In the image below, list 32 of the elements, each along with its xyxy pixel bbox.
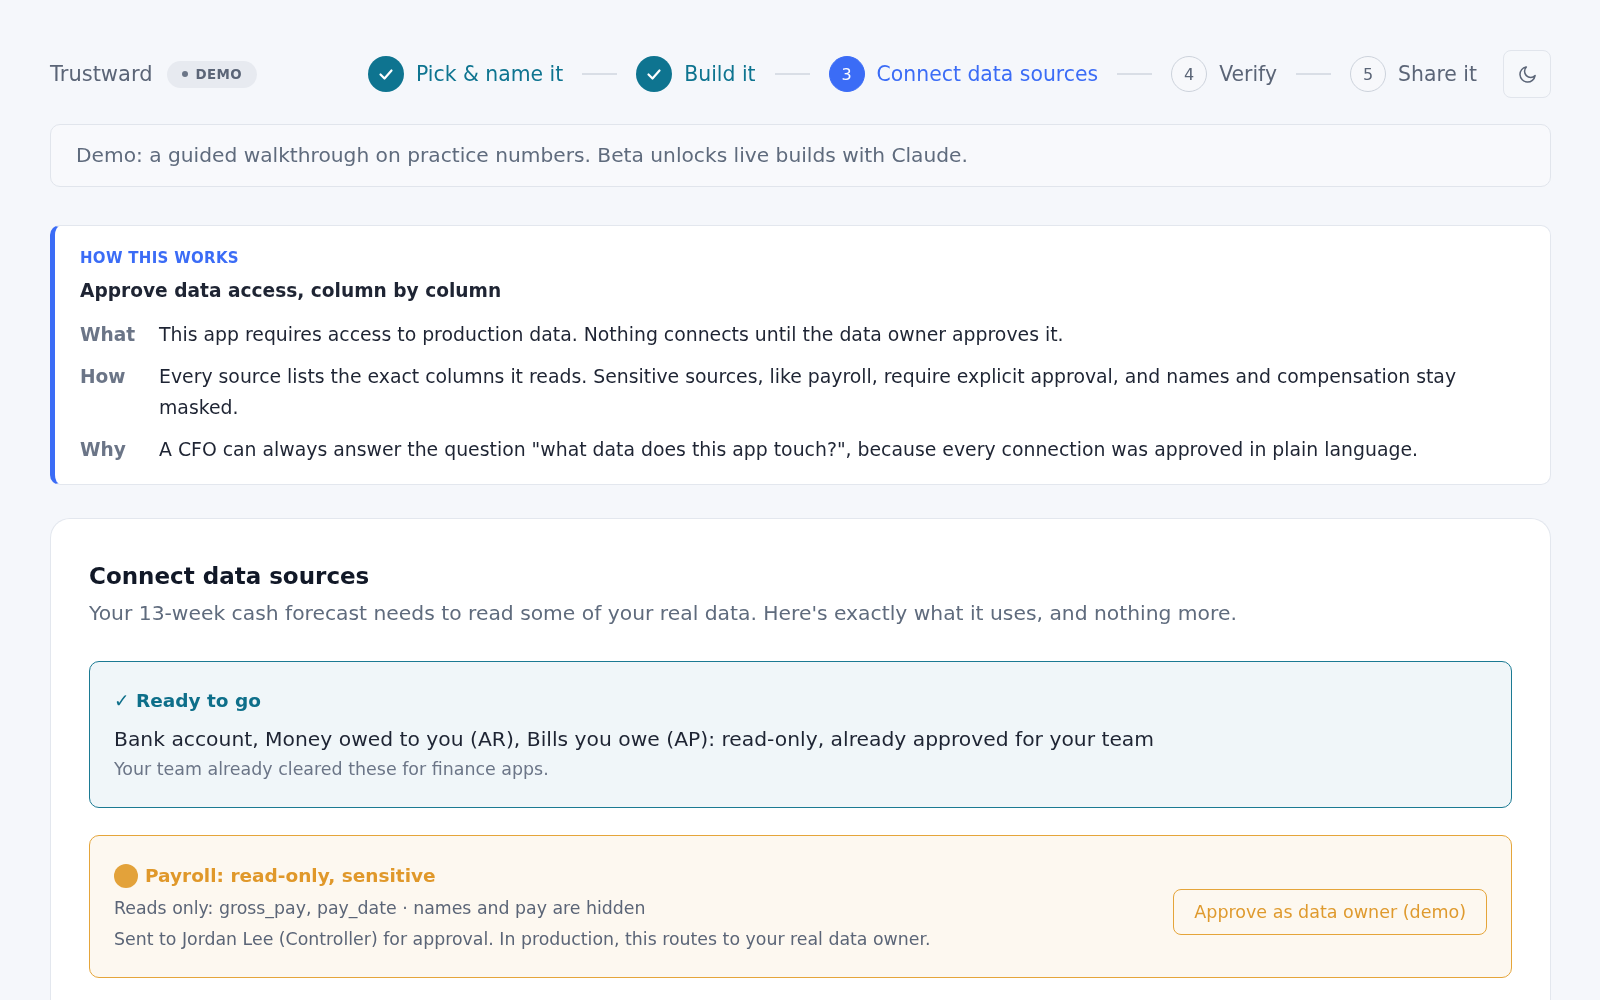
moon-icon — [1517, 64, 1537, 84]
row-label: Why — [80, 438, 127, 462]
source-note: Your team already cleared these for finance apps. — [114, 758, 550, 781]
step-number: 5 — [1350, 56, 1386, 92]
source-summary: Bank account, Money owed to you (AR), Bills you owe (AP): read-only, already approved for your team — [114, 726, 1156, 753]
status-dot-icon — [114, 864, 138, 888]
approve-button[interactable]: Approve as data owner (demo) — [1173, 888, 1487, 935]
demo-notice: Demo: a guided walkthrough on practice numbers. Beta unlocks live builds with Claude. — [50, 124, 1551, 187]
badge-label: DEMO — [195, 66, 243, 82]
section-subtitle: Your 13-week cash forecast needs to read some of your real data. Here's exactly what it uses, and nothing more. — [89, 600, 1238, 627]
source-title: ✓ Ready to go — [114, 689, 262, 713]
card-title: Approve data access, column by column — [80, 279, 503, 303]
source-title: Payroll: read-only, sensitive — [145, 864, 436, 888]
step-number: 3 — [828, 56, 865, 92]
theme-toggle-button[interactable] — [1503, 50, 1551, 98]
source-detail: Reads only: gross_pay, pay_date · names and pay are hidden — [114, 897, 647, 920]
step-label: Connect data sources — [876, 62, 1099, 86]
step-label: Build it — [684, 62, 756, 86]
row-text: A CFO can always answer the question "what data does this app touch?", because every connection was approved in plain language. — [159, 438, 1419, 462]
row-label: How — [80, 365, 127, 389]
row-text: Every source lists the exact columns it reads. Sensitive sources, like payroll, require explicit approval, and names and compensation stay masked. — [159, 365, 1458, 420]
step-label: Share it — [1398, 62, 1477, 86]
brand-name: Trustward — [50, 62, 153, 86]
section-eyebrow: HOW THIS WORKS — [80, 248, 240, 268]
dot-icon — [181, 71, 188, 77]
step-number: 4 — [1171, 56, 1208, 92]
row-text: This app requires access to production data. Nothing connects until the data owner approves it. — [159, 323, 1065, 347]
step-label: Verify — [1219, 62, 1277, 86]
row-label: What — [80, 323, 137, 347]
section-heading: Connect data sources — [89, 562, 371, 591]
source-detail: Sent to Jordan Lee (Controller) for approval. In production, this routes to your real data owner. — [114, 928, 931, 951]
step-label: Pick & name it — [415, 62, 564, 86]
